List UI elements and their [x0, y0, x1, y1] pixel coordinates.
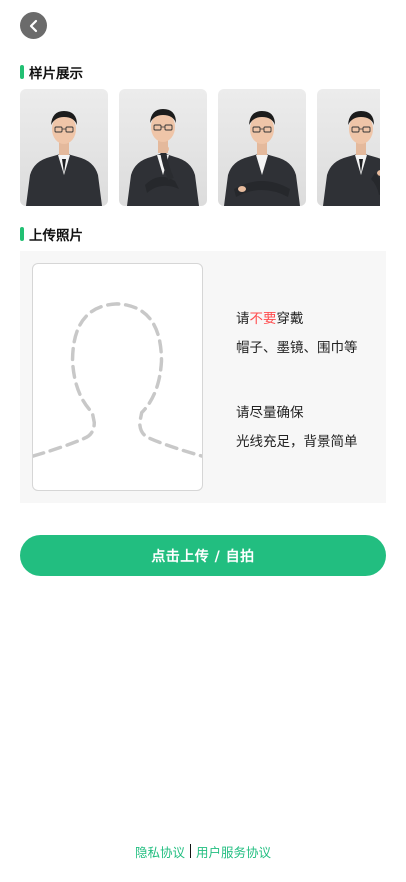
- tip-ensure: 请尽量确保: [236, 405, 304, 421]
- section-accent-bar: [20, 65, 24, 79]
- tip-warning-text: 不要: [249, 311, 277, 327]
- upload-section-title: 上传照片: [20, 226, 83, 244]
- footer-links: 隐私协议 用户服务协议: [0, 842, 406, 860]
- upload-selfie-button[interactable]: 点击上传 / 自拍: [20, 535, 386, 576]
- tip-prefix: 请: [236, 311, 250, 327]
- samples-section-title: 样片展示: [20, 64, 83, 82]
- samples-title-text: 样片展示: [29, 66, 83, 82]
- person-silhouette-icon: [33, 302, 202, 458]
- sample-photo[interactable]: [218, 89, 307, 206]
- sample-photo[interactable]: [317, 89, 380, 206]
- tip-lighting-detail: 光线充足，背景简单: [236, 434, 358, 450]
- chevron-left-icon: [29, 19, 37, 32]
- sample-gallery[interactable]: [20, 89, 380, 206]
- upload-panel: 请不要穿戴 帽子、墨镜、围巾等 请尽量确保 光线充足，背景简单: [20, 251, 386, 503]
- privacy-policy-link[interactable]: 隐私协议: [135, 842, 185, 861]
- footer-divider: [190, 844, 191, 858]
- tip-suffix: 穿戴: [276, 311, 304, 327]
- user-service-agreement-link[interactable]: 用户服务协议: [196, 842, 271, 861]
- tip-no-accessories: 请不要穿戴: [236, 307, 304, 327]
- back-button[interactable]: [20, 12, 47, 39]
- upload-title-text: 上传照片: [29, 228, 83, 244]
- photo-upload-frame[interactable]: [32, 263, 203, 491]
- tip-accessories-detail: 帽子、墨镜、围巾等: [236, 340, 358, 356]
- section-accent-bar: [20, 227, 24, 241]
- sample-photo[interactable]: [20, 89, 108, 206]
- sample-photo[interactable]: [119, 89, 208, 206]
